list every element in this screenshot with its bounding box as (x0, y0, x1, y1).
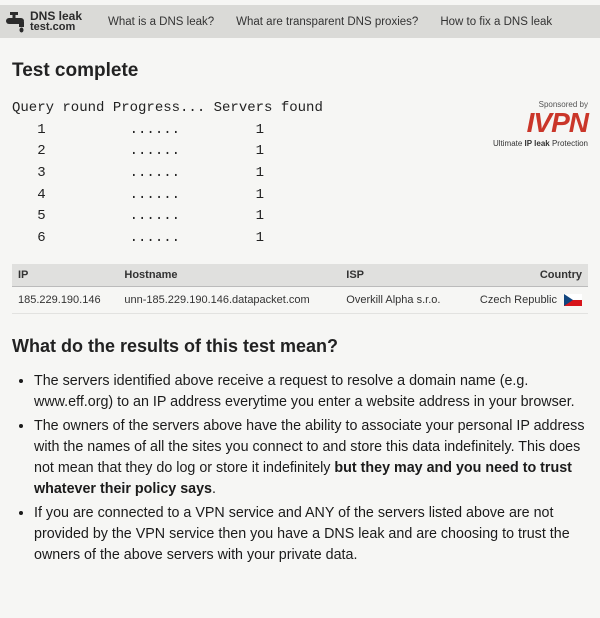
cell-isp: Overkill Alpha s.r.o. (340, 286, 459, 313)
explain-list: The servers identified above receive a r… (12, 371, 588, 565)
logo-text: DNS leak test.com (30, 10, 82, 33)
nav-fix-link[interactable]: How to fix a DNS leak (440, 16, 552, 28)
sponsor-box[interactable]: Sponsored by IVPN Ultimate IP leak Prote… (458, 98, 588, 250)
col-ip: IP (12, 264, 118, 287)
flag-icon (564, 294, 582, 306)
nav-links: What is a DNS leak? What are transparent… (108, 16, 552, 28)
explain-item-1: The servers identified above receive a r… (34, 371, 588, 412)
results-table: IP Hostname ISP Country 185.229.190.146u… (12, 264, 588, 314)
nav-what-is-link[interactable]: What is a DNS leak? (108, 16, 214, 28)
sponsor-tagline: Ultimate IP leak Protection (458, 139, 588, 148)
cell-country: Czech Republic (460, 286, 588, 313)
nav-proxies-link[interactable]: What are transparent DNS proxies? (236, 16, 418, 28)
table-row: 185.229.190.146unn-185.229.190.146.datap… (12, 286, 588, 313)
cell-hostname: unn-185.229.190.146.datapacket.com (118, 286, 340, 313)
query-progress-block: Query round Progress... Servers found 1 … (12, 98, 458, 250)
explain-item-2: The owners of the servers above have the… (34, 416, 588, 499)
explain-item-3: If you are connected to a VPN service an… (34, 503, 588, 565)
explain-heading: What do the results of this test mean? (12, 336, 588, 357)
site-logo[interactable]: DNS leak test.com (0, 10, 90, 33)
col-isp: ISP (340, 264, 459, 287)
faucet-icon (4, 11, 28, 33)
cell-ip: 185.229.190.146 (12, 286, 118, 313)
top-nav-bar: DNS leak test.com What is a DNS leak? Wh… (0, 0, 600, 38)
ivpn-logo: IVPN (458, 109, 588, 137)
page-title: Test complete (12, 60, 588, 82)
col-hostname: Hostname (118, 264, 340, 287)
col-country: Country (460, 264, 588, 287)
